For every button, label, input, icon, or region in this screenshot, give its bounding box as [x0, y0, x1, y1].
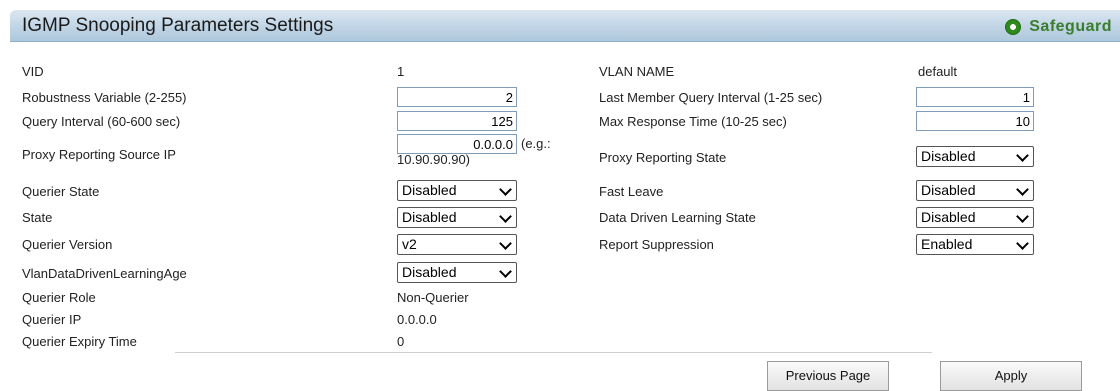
page-title: IGMP Snooping Parameters Settings: [22, 15, 334, 36]
max-response-input[interactable]: 10: [916, 111, 1034, 131]
querier-role-label: Querier Role: [22, 290, 96, 305]
chevron-down-icon: [499, 237, 512, 250]
query-interval-input[interactable]: 125: [397, 111, 517, 131]
proxy-state-select[interactable]: Disabled: [916, 146, 1034, 167]
apply-button[interactable]: Apply: [940, 361, 1082, 391]
state-label: State: [22, 210, 53, 225]
vid-value: 1: [397, 64, 405, 79]
vlan-name-value: default: [918, 64, 958, 79]
chevron-down-icon: [1016, 210, 1029, 223]
page-header: IGMP Snooping Parameters Settings Safegu…: [10, 10, 1120, 42]
querier-role-value: Non-Querier: [397, 290, 469, 305]
querier-state-select[interactable]: Disabled: [397, 180, 517, 201]
querier-version-selected: v2: [402, 236, 417, 252]
previous-page-button[interactable]: Previous Page: [767, 361, 889, 391]
report-suppression-label: Report Suppression: [599, 237, 714, 252]
state-select[interactable]: Disabled: [397, 207, 517, 228]
report-suppression-select[interactable]: Enabled: [916, 234, 1034, 255]
vlan-ddl-age-selected: Disabled: [402, 264, 457, 280]
querier-expiry-value: 0: [397, 334, 405, 349]
querier-version-label: Querier Version: [22, 237, 113, 252]
ddl-state-label: Data Driven Learning State: [599, 210, 756, 225]
chevron-down-icon: [1016, 237, 1029, 250]
vlan-name-label: VLAN NAME: [599, 64, 675, 79]
proxy-ip-label: Proxy Reporting Source IP: [22, 147, 176, 162]
chevron-down-icon: [1016, 183, 1029, 196]
querier-state-label: Querier State: [22, 184, 100, 199]
last-member-input[interactable]: 1: [916, 87, 1034, 107]
state-selected: Disabled: [402, 209, 457, 225]
chevron-down-icon: [499, 210, 512, 223]
vlan-ddl-age-select[interactable]: Disabled: [397, 262, 517, 283]
report-suppression-selected: Enabled: [921, 236, 973, 252]
safeguard-label: Safeguard: [1029, 18, 1112, 35]
proxy-ip-hint: (e.g.:: [521, 136, 551, 151]
fast-leave-label: Fast Leave: [599, 184, 664, 199]
vlan-ddl-age-label: VlanDataDrivenLearningAge: [22, 266, 187, 281]
last-member-label: Last Member Query Interval (1-25 sec): [599, 90, 823, 105]
fast-leave-selected: Disabled: [921, 182, 976, 198]
fast-leave-select[interactable]: Disabled: [916, 180, 1034, 201]
robustness-label: Robustness Variable (2-255): [22, 90, 187, 105]
max-response-label: Max Response Time (10-25 sec): [599, 114, 787, 129]
proxy-state-selected: Disabled: [921, 148, 976, 164]
query-interval-label: Query Interval (60-600 sec): [22, 114, 181, 129]
chevron-down-icon: [499, 265, 512, 278]
querier-ip-label: Querier IP: [22, 312, 82, 327]
querier-version-select[interactable]: v2: [397, 234, 517, 255]
querier-ip-value: 0.0.0.0: [397, 312, 437, 327]
chevron-down-icon: [499, 183, 512, 196]
vid-label: VID: [22, 64, 44, 79]
chevron-down-icon: [1016, 149, 1029, 162]
proxy-state-label: Proxy Reporting State: [599, 150, 727, 165]
querier-expiry-label: Querier Expiry Time: [22, 334, 137, 349]
ddl-state-select[interactable]: Disabled: [916, 207, 1034, 228]
divider: [175, 352, 932, 353]
robustness-input[interactable]: 2: [397, 87, 517, 107]
ddl-state-selected: Disabled: [921, 209, 976, 225]
safeguard-icon: [1005, 19, 1022, 35]
proxy-ip-hint-example: 10.90.90.90): [397, 152, 471, 167]
querier-state-selected: Disabled: [402, 182, 457, 198]
safeguard-indicator[interactable]: Safeguard: [1005, 17, 1112, 37]
proxy-ip-input[interactable]: 0.0.0.0: [397, 134, 517, 154]
